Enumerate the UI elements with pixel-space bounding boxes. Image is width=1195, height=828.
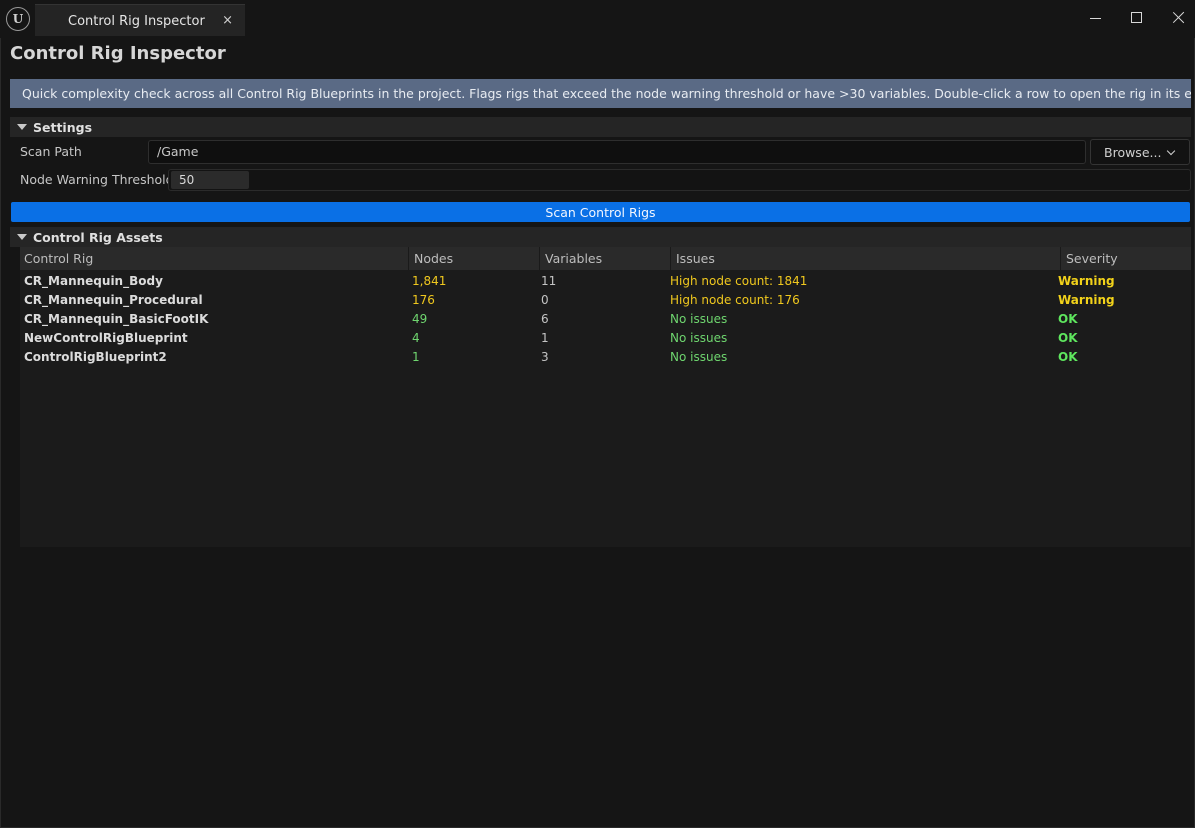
assets-table[interactable]: Control Rig Nodes Variables Issues Sever… bbox=[20, 247, 1191, 547]
cell-severity: OK bbox=[1058, 312, 1078, 326]
browse-button-label: Browse... bbox=[1104, 144, 1162, 160]
cell-variables: 1 bbox=[541, 331, 549, 345]
column-header-variables[interactable]: Variables bbox=[540, 247, 671, 270]
assets-section-label: Control Rig Assets bbox=[33, 229, 163, 245]
unreal-logo-icon[interactable]: U bbox=[6, 7, 30, 31]
scan-control-rigs-button[interactable]: Scan Control Rigs bbox=[11, 202, 1190, 222]
cell-control-rig: CR_Mannequin_Body bbox=[24, 274, 163, 288]
info-banner: Quick complexity check across all Contro… bbox=[10, 79, 1191, 108]
title-bar[interactable]: U Control Rig Inspector × bbox=[0, 0, 1195, 38]
document-tab-label: Control Rig Inspector bbox=[68, 14, 205, 29]
close-icon bbox=[1172, 11, 1185, 24]
maximize-button[interactable] bbox=[1121, 6, 1151, 28]
cell-severity: OK bbox=[1058, 331, 1078, 345]
cell-nodes: 4 bbox=[412, 331, 420, 345]
cell-variables: 0 bbox=[541, 293, 549, 307]
scan-button-label: Scan Control Rigs bbox=[545, 204, 656, 220]
column-header-control-rig[interactable]: Control Rig bbox=[20, 247, 409, 270]
column-header-issues[interactable]: Issues bbox=[671, 247, 1061, 270]
page-title: Control Rig Inspector bbox=[10, 43, 226, 64]
table-row[interactable]: CR_Mannequin_Body 1,841 11 High node cou… bbox=[20, 272, 1191, 291]
minimize-button[interactable] bbox=[1080, 6, 1110, 28]
cell-control-rig: CR_Mannequin_BasicFootIK bbox=[24, 312, 209, 326]
node-warning-threshold-input[interactable]: 50 bbox=[171, 171, 249, 189]
cell-nodes: 1,841 bbox=[412, 274, 447, 288]
scan-path-label: Scan Path bbox=[20, 144, 82, 159]
cell-control-rig: CR_Mannequin_Procedural bbox=[24, 293, 203, 307]
column-header-severity[interactable]: Severity bbox=[1061, 247, 1191, 270]
caret-down-icon[interactable] bbox=[17, 124, 27, 130]
cell-issues: No issues bbox=[670, 312, 728, 326]
tab-close-icon[interactable]: × bbox=[222, 13, 233, 28]
scan-path-input[interactable]: /Game bbox=[148, 140, 1086, 164]
document-tab[interactable]: Control Rig Inspector × bbox=[35, 4, 245, 36]
cell-nodes: 1 bbox=[412, 350, 420, 364]
cell-variables: 3 bbox=[541, 350, 549, 364]
maximize-icon bbox=[1130, 11, 1142, 23]
cell-issues: High node count: 176 bbox=[670, 293, 800, 307]
cell-nodes: 49 bbox=[412, 312, 428, 326]
table-header: Control Rig Nodes Variables Issues Sever… bbox=[20, 247, 1191, 270]
cell-severity: OK bbox=[1058, 350, 1078, 364]
caret-down-icon[interactable] bbox=[17, 234, 27, 240]
table-row[interactable]: ControlRigBlueprint2 1 3 No issues OK bbox=[20, 348, 1191, 367]
cell-variables: 11 bbox=[541, 274, 557, 288]
cell-variables: 6 bbox=[541, 312, 549, 326]
minimize-icon bbox=[1089, 17, 1101, 19]
table-row[interactable]: NewControlRigBlueprint 4 1 No issues OK bbox=[20, 329, 1191, 348]
node-warning-threshold-label: Node Warning Threshold bbox=[20, 172, 174, 187]
close-button[interactable] bbox=[1163, 6, 1193, 28]
cell-severity: Warning bbox=[1058, 293, 1115, 307]
cell-issues: No issues bbox=[670, 350, 728, 364]
cell-severity: Warning bbox=[1058, 274, 1115, 288]
table-row[interactable]: CR_Mannequin_BasicFootIK 49 6 No issues … bbox=[20, 310, 1191, 329]
settings-section-label: Settings bbox=[33, 119, 93, 135]
table-row[interactable]: CR_Mannequin_Procedural 176 0 High node … bbox=[20, 291, 1191, 310]
chevron-down-icon bbox=[1167, 146, 1176, 155]
threshold-row bbox=[168, 169, 1191, 191]
settings-section-header[interactable]: Settings bbox=[10, 117, 1191, 137]
cell-control-rig: NewControlRigBlueprint bbox=[24, 331, 188, 345]
browse-button[interactable]: Browse... bbox=[1090, 139, 1190, 165]
cell-issues: No issues bbox=[670, 331, 728, 345]
cell-nodes: 176 bbox=[412, 293, 435, 307]
cell-issues: High node count: 1841 bbox=[670, 274, 808, 288]
assets-section-header[interactable]: Control Rig Assets bbox=[10, 227, 1191, 247]
column-header-nodes[interactable]: Nodes bbox=[409, 247, 540, 270]
cell-control-rig: ControlRigBlueprint2 bbox=[24, 350, 167, 364]
